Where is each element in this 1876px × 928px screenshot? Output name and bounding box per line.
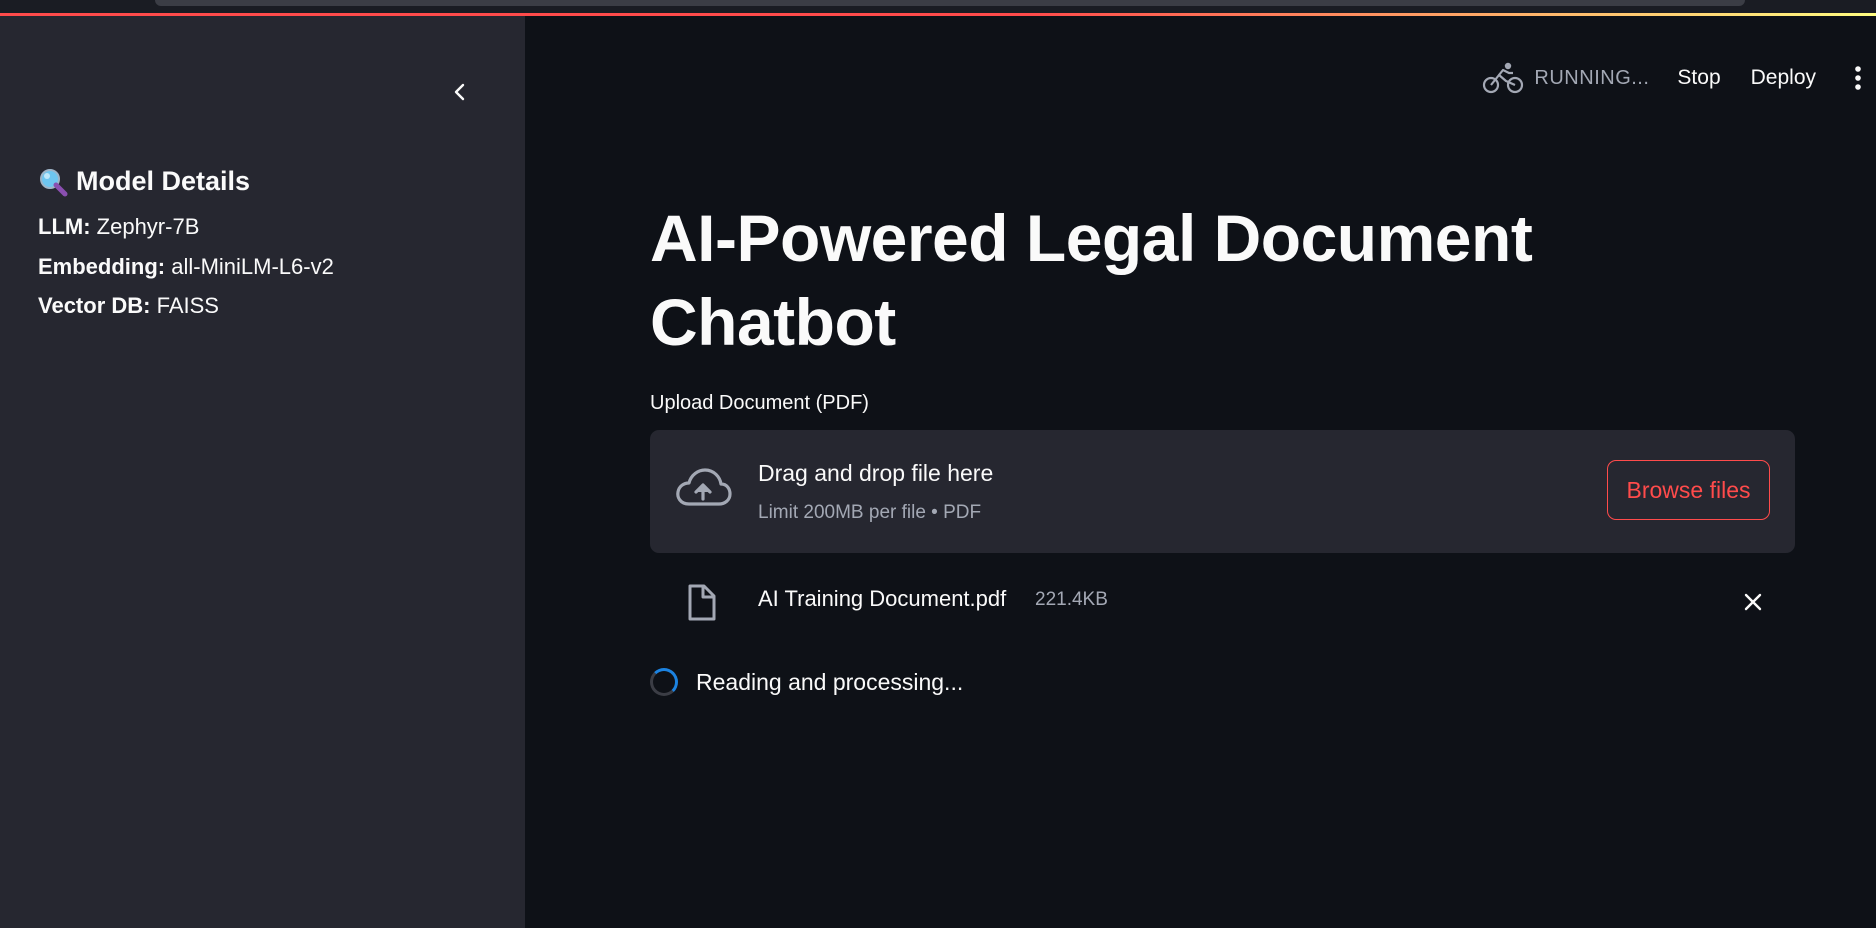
file-dropzone[interactable]: Drag and drop file here Limit 200MB per …: [650, 430, 1795, 553]
bicycle-icon: [1483, 62, 1524, 94]
processing-text: Reading and processing...: [696, 668, 964, 695]
detail-value: Zephyr-7B: [96, 214, 200, 239]
browser-address-bar: [155, 0, 1745, 6]
model-detail-vector-db: Vector DB: FAISS: [38, 293, 219, 319]
collapse-sidebar-button[interactable]: [444, 76, 476, 108]
kebab-menu-icon: [1855, 66, 1861, 90]
sidebar: Model Details LLM: Zephyr-7B Embedding: …: [0, 16, 525, 928]
sidebar-heading: Model Details: [38, 166, 250, 197]
cloud-upload-icon: [676, 468, 732, 506]
sidebar-title-text: Model Details: [76, 166, 251, 196]
remove-file-button[interactable]: [1741, 590, 1765, 614]
upload-label: Upload Document (PDF): [650, 392, 869, 414]
running-status: RUNNING...: [1482, 61, 1649, 95]
browse-files-button[interactable]: Browse files: [1607, 460, 1770, 520]
detail-value: all-MiniLM-L6-v2: [171, 254, 334, 279]
model-detail-llm: LLM: Zephyr-7B: [38, 214, 199, 240]
detail-key: Embedding:: [38, 254, 166, 279]
dropzone-limit-text: Limit 200MB per file • PDF: [758, 502, 982, 523]
close-icon: [1744, 593, 1762, 611]
page-title: AI-Powered Legal Document Chatbot: [650, 201, 1533, 359]
file-icon: [688, 584, 716, 621]
detail-value: FAISS: [156, 293, 219, 318]
magnifier-icon: [40, 168, 68, 196]
deploy-button[interactable]: Deploy: [1751, 66, 1816, 90]
model-detail-embedding: Embedding: all-MiniLM-L6-v2: [38, 254, 334, 280]
app-toolbar: RUNNING... Stop Deploy: [1482, 56, 1876, 100]
chevron-left-icon: [454, 83, 465, 101]
detail-key: Vector DB:: [38, 293, 151, 318]
loading-spinner-icon: [650, 668, 678, 696]
file-size: 221.4KB: [1035, 589, 1108, 610]
processing-status: Reading and processing...: [650, 668, 963, 696]
file-name: AI Training Document.pdf: [758, 586, 1007, 611]
stop-button[interactable]: Stop: [1677, 66, 1720, 90]
detail-key: LLM:: [38, 214, 91, 239]
main-menu-button[interactable]: [1846, 58, 1870, 98]
status-text: RUNNING...: [1534, 66, 1650, 89]
uploaded-file-item: AI Training Document.pdf 221.4KB: [650, 578, 1795, 626]
dropzone-instruction: Drag and drop file here: [758, 460, 994, 486]
